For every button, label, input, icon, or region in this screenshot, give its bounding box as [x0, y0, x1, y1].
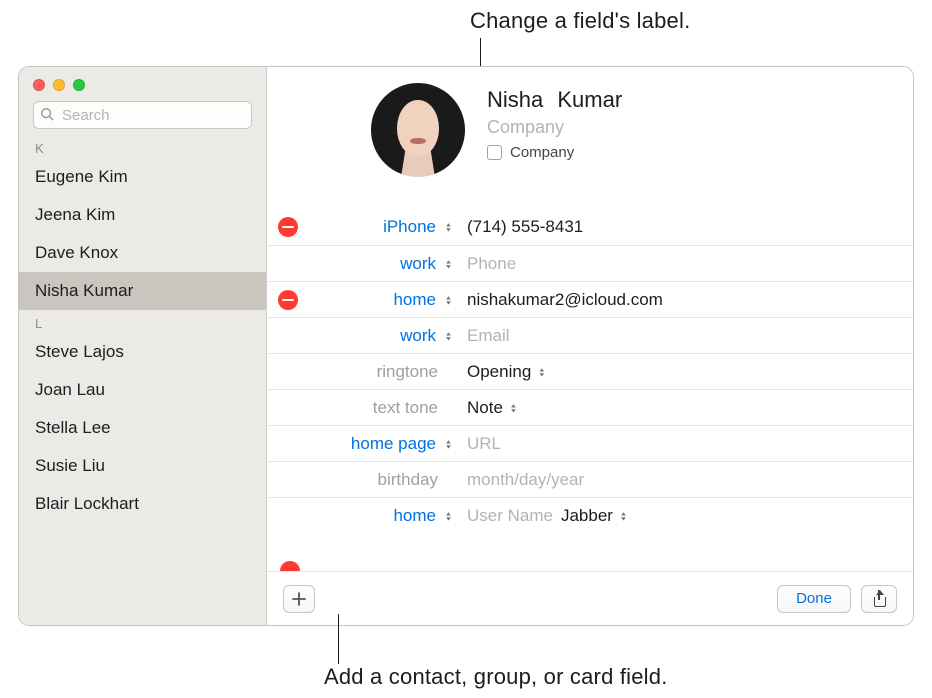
section-header: L: [19, 314, 266, 333]
contact-list-item[interactable]: Nisha Kumar: [19, 272, 266, 310]
field-value[interactable]: month/day/year: [457, 470, 913, 490]
callout-line-bottom: [338, 614, 339, 664]
bottom-toolbar: Done: [267, 571, 913, 625]
field-value[interactable]: nishakumar2@icloud.com: [457, 290, 913, 310]
field-value[interactable]: Phone: [457, 254, 913, 274]
label-stepper-icon[interactable]: [442, 511, 455, 521]
field-row: work Phone: [267, 245, 913, 281]
field-label: ringtone: [377, 362, 438, 382]
search-input[interactable]: [60, 106, 245, 125]
field-row: home User NameJabber: [267, 497, 913, 533]
contact-list-item[interactable]: Joan Lau: [19, 371, 266, 409]
remove-field-button[interactable]: [280, 561, 300, 571]
field-row: work Email: [267, 317, 913, 353]
field-value[interactable]: User NameJabber: [457, 506, 913, 526]
contact-list-item[interactable]: Dave Knox: [19, 234, 266, 272]
value-dropdown[interactable]: Jabber: [561, 506, 630, 526]
field-row: birthday month/day/year: [267, 461, 913, 497]
last-name[interactable]: Kumar: [557, 87, 622, 113]
contact-list: KEugene KimJeena KimDave KnoxNisha Kumar…: [19, 135, 266, 523]
contact-list-item[interactable]: Eugene Kim: [19, 158, 266, 196]
field-value[interactable]: (714) 555-8431: [457, 217, 913, 237]
share-button[interactable]: [861, 585, 897, 613]
field-row: iPhone (714) 555-8431: [267, 209, 913, 245]
remove-field-button[interactable]: [278, 290, 298, 310]
contact-header: Nisha Kumar Company Company: [267, 67, 913, 191]
company-checkbox-row: Company: [487, 144, 889, 161]
callout-top: Change a field's label.: [470, 8, 690, 34]
field-row: text tone Note: [267, 389, 913, 425]
remove-field-button[interactable]: [278, 217, 298, 237]
company-checkbox-label: Company: [510, 144, 574, 161]
field-label[interactable]: home: [393, 290, 436, 310]
contact-list-item[interactable]: Stella Lee: [19, 409, 266, 447]
minimize-window-button[interactable]: [53, 79, 65, 91]
share-icon: [872, 592, 886, 606]
label-stepper-icon[interactable]: [442, 439, 455, 449]
value-dropdown[interactable]: Note: [467, 398, 520, 418]
field-list: iPhone (714) 555-8431 work Phone home nishaku…: [267, 209, 913, 533]
avatar[interactable]: [371, 83, 465, 177]
close-window-button[interactable]: [33, 79, 45, 91]
label-stepper-icon[interactable]: [442, 295, 455, 305]
first-name[interactable]: Nisha: [487, 87, 543, 113]
dropdown-stepper-icon[interactable]: [617, 511, 630, 521]
label-stepper-icon[interactable]: [442, 222, 455, 232]
value-dropdown[interactable]: Opening: [467, 362, 548, 382]
field-value[interactable]: Email: [457, 326, 913, 346]
field-label[interactable]: home page: [351, 434, 436, 454]
company-checkbox[interactable]: [487, 145, 502, 160]
dropdown-stepper-icon[interactable]: [507, 403, 520, 413]
label-stepper-icon[interactable]: [442, 259, 455, 269]
search-icon: [40, 107, 54, 124]
field-label: birthday: [378, 470, 438, 490]
contact-detail-pane: Nisha Kumar Company Company iPhone (714) …: [267, 67, 913, 625]
field-label[interactable]: home: [393, 506, 436, 526]
company-field[interactable]: Company: [487, 117, 889, 138]
contact-name[interactable]: Nisha Kumar: [487, 87, 889, 113]
field-label[interactable]: work: [400, 326, 436, 346]
field-label: text tone: [373, 398, 438, 418]
field-value[interactable]: Opening: [457, 362, 913, 382]
field-value[interactable]: Note: [457, 398, 913, 418]
field-label[interactable]: iPhone: [383, 217, 436, 237]
add-button[interactable]: [283, 585, 315, 613]
label-stepper-icon[interactable]: [442, 331, 455, 341]
field-label[interactable]: work: [400, 254, 436, 274]
contact-list-item[interactable]: Blair Lockhart: [19, 485, 266, 523]
zoom-window-button[interactable]: [73, 79, 85, 91]
sidebar: KEugene KimJeena KimDave KnoxNisha Kumar…: [19, 67, 267, 625]
contact-list-item[interactable]: Susie Liu: [19, 447, 266, 485]
field-row: ringtone Opening: [267, 353, 913, 389]
field-row: home nishakumar2@icloud.com: [267, 281, 913, 317]
field-row: home page URL: [267, 425, 913, 461]
search-field[interactable]: [33, 101, 252, 129]
dropdown-stepper-icon[interactable]: [535, 367, 548, 377]
app-window: KEugene KimJeena KimDave KnoxNisha Kumar…: [18, 66, 914, 626]
done-button[interactable]: Done: [777, 585, 851, 613]
contact-list-item[interactable]: Steve Lajos: [19, 333, 266, 371]
section-header: K: [19, 139, 266, 158]
field-value[interactable]: URL: [457, 434, 913, 454]
window-controls: [19, 67, 266, 91]
callout-bottom: Add a contact, group, or card field.: [324, 664, 668, 690]
contact-list-item[interactable]: Jeena Kim: [19, 196, 266, 234]
contact-detail-scroll: Nisha Kumar Company Company iPhone (714) …: [267, 67, 913, 571]
